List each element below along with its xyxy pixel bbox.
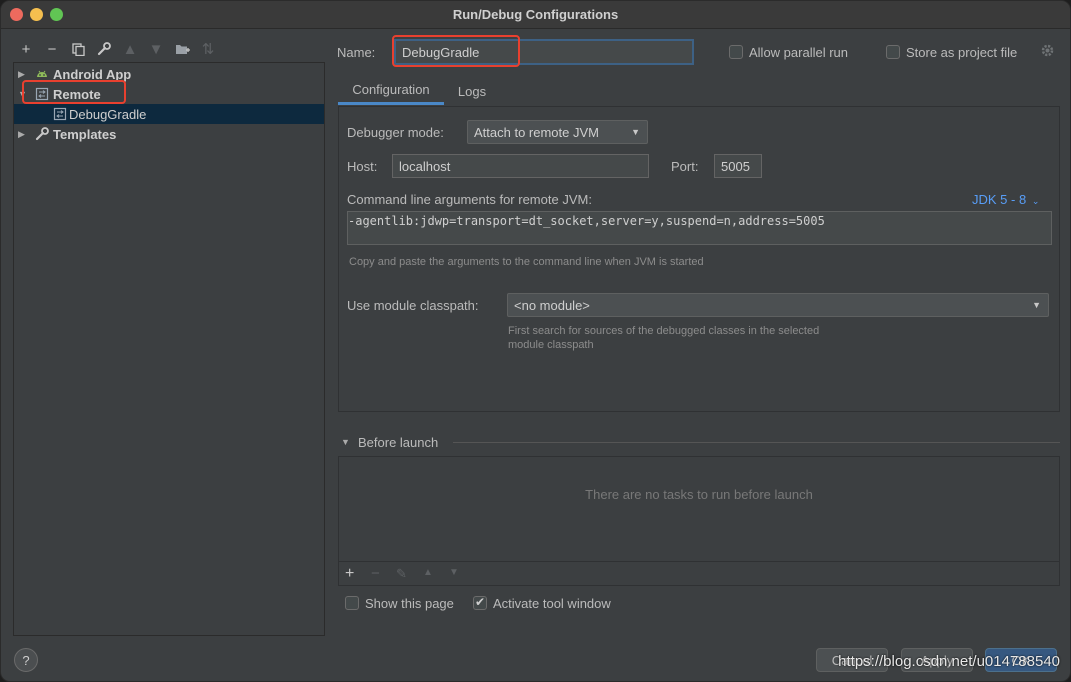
chevron-down-icon: ⌄ — [1031, 196, 1040, 206]
before-launch-panel: There are no tasks to run before launch … — [338, 456, 1060, 586]
cmd-args-hint: Copy and paste the arguments to the comm… — [349, 256, 704, 268]
help-button[interactable]: ? — [14, 648, 38, 672]
store-project-label: Store as project file — [906, 45, 1018, 60]
copy-icon[interactable] — [65, 39, 91, 59]
host-field[interactable]: localhost — [392, 154, 649, 178]
tree-item-debuggradle[interactable]: DebugGradle — [14, 104, 324, 124]
module-classpath-select[interactable]: <no module> ▼ — [507, 293, 1049, 317]
activate-tool-checkbox[interactable] — [473, 595, 487, 610]
android-icon — [35, 67, 49, 81]
remove-icon[interactable]: − — [371, 565, 380, 582]
cmd-args-field[interactable]: -agentlib:jdwp=transport=dt_socket,serve… — [347, 211, 1052, 245]
jdk-version-link[interactable]: JDK 5 - 8 ⌄ — [972, 192, 1039, 207]
module-hint-line-2: module classpath — [508, 339, 594, 351]
debugger-mode-select[interactable]: Attach to remote JVM ▼ — [467, 120, 648, 144]
module-classpath-value: <no module> — [514, 297, 590, 313]
store-project-checkbox[interactable] — [886, 45, 900, 59]
show-page-checkbox[interactable] — [345, 596, 359, 610]
window-title: Run/Debug Configurations — [452, 7, 619, 22]
configuration-tree: ▶ Android App ▼ Remote DebugGradle ▶ Tem… — [13, 62, 325, 636]
module-classpath-label: Use module classpath: — [347, 298, 479, 313]
move-down-icon[interactable]: ▼ — [449, 567, 459, 578]
activate-tool-label: Activate tool window — [493, 596, 611, 611]
module-classpath-hint: First search for sources of the debugged… — [508, 324, 819, 352]
add-icon[interactable]: + — [13, 39, 39, 59]
chevron-down-icon: ▼ — [1032, 300, 1041, 310]
before-launch-empty-text: There are no tasks to run before launch — [585, 487, 813, 502]
run-debug-dialog: Run/Debug Configurations + − ▲ ▼ ⇅ ▶ And… — [0, 0, 1071, 682]
remote-config-icon — [53, 107, 67, 121]
tree-item-label: DebugGradle — [69, 106, 147, 122]
separator — [453, 442, 1060, 443]
wrench-icon[interactable] — [91, 39, 117, 59]
chevron-down-icon: ▼ — [631, 127, 640, 137]
collapse-arrow-icon: ▼ — [341, 437, 350, 447]
sort-icon[interactable]: ⇅ — [195, 39, 221, 59]
remove-icon[interactable]: − — [39, 39, 65, 59]
tab-logs[interactable]: Logs — [444, 77, 500, 105]
title-bar: Run/Debug Configurations — [1, 1, 1070, 29]
watermark-text: https://blog.csdn.net/u014788540 — [838, 653, 1060, 670]
tree-toolbar: + − ▲ ▼ ⇅ — [13, 39, 221, 59]
new-folder-icon[interactable] — [169, 39, 195, 59]
tab-configuration[interactable]: Configuration — [338, 77, 444, 105]
before-launch-header[interactable]: ▼ Before launch — [338, 434, 1060, 454]
cmd-args-label: Command line arguments for remote JVM: — [347, 192, 592, 207]
port-label: Port: — [671, 159, 699, 174]
allow-parallel-label: Allow parallel run — [749, 45, 848, 60]
tree-item-templates[interactable]: ▶ Templates — [14, 124, 324, 144]
port-field[interactable]: 5005 — [714, 154, 762, 178]
module-hint-line-1: First search for sources of the debugged… — [508, 325, 820, 337]
edit-icon[interactable]: ✎ — [396, 566, 407, 582]
tree-item-label: Templates — [53, 126, 117, 142]
gear-icon[interactable] — [1040, 43, 1055, 61]
move-down-icon[interactable]: ▼ — [143, 39, 169, 59]
jdk-version-text: JDK 5 - 8 — [972, 192, 1027, 207]
name-highlight — [392, 35, 520, 67]
move-up-icon[interactable]: ▲ — [117, 39, 143, 59]
debugger-mode-value: Attach to remote JVM — [474, 124, 599, 140]
expand-arrow-icon[interactable]: ▶ — [18, 129, 25, 140]
debugger-mode-label: Debugger mode: — [347, 125, 444, 140]
configuration-panel: Debugger mode: Attach to remote JVM ▼ Ho… — [338, 106, 1060, 412]
add-icon[interactable]: + — [345, 565, 354, 583]
host-label: Host: — [347, 159, 378, 174]
allow-parallel-checkbox[interactable] — [729, 45, 743, 59]
wrench-icon — [35, 127, 49, 141]
remote-highlight — [22, 80, 126, 104]
before-launch-title: Before launch — [358, 435, 439, 450]
name-label: Name: — [337, 45, 376, 60]
move-up-icon[interactable]: ▲ — [423, 567, 433, 578]
before-launch-toolbar: + − ✎ ▲ ▼ — [339, 561, 1059, 585]
expand-arrow-icon[interactable]: ▶ — [18, 69, 25, 80]
show-page-label: Show this page — [365, 596, 454, 611]
